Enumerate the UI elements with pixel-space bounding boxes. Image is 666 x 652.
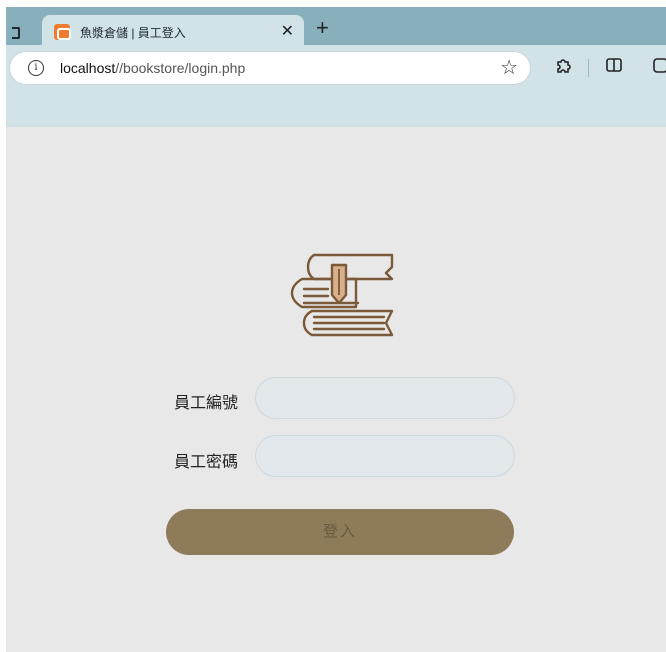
browser-toolbar: i localhost//bookstore/login.php ☆ [6, 45, 666, 127]
password-label: 員工密碼 [174, 454, 239, 471]
url-path: //bookstore/login.php [115, 60, 246, 76]
login-button[interactable]: 登入 [166, 509, 514, 555]
close-icon[interactable]: ✕ [281, 21, 294, 41]
window-icon[interactable] [12, 27, 20, 39]
split-screen-icon[interactable] [604, 55, 624, 80]
extensions-icon[interactable] [554, 55, 574, 80]
employee-id-input[interactable] [255, 377, 515, 419]
tab-strip: 魚漿倉儲 | 員工登入 ✕ + [6, 7, 666, 49]
password-input[interactable] [255, 435, 515, 477]
books-logo-icon [290, 253, 394, 337]
tab-title: 魚漿倉儲 | 員工登入 [80, 26, 186, 40]
employee-id-label: 員工編號 [174, 395, 239, 412]
url-host: localhost [60, 60, 116, 76]
info-icon[interactable]: i [28, 60, 44, 76]
tab-active[interactable]: 魚漿倉儲 | 員工登入 ✕ [42, 15, 304, 49]
star-icon[interactable]: ☆ [500, 55, 518, 80]
collections-icon[interactable] [650, 55, 666, 80]
favicon [54, 24, 71, 40]
url-text: localhost//bookstore/login.php [60, 60, 245, 76]
address-bar[interactable]: i localhost//bookstore/login.php ☆ [10, 52, 530, 84]
login-page: 員工編號 員工密碼 登入 [6, 127, 666, 652]
new-tab-icon[interactable]: + [316, 17, 329, 39]
toolbar-separator [588, 59, 589, 77]
